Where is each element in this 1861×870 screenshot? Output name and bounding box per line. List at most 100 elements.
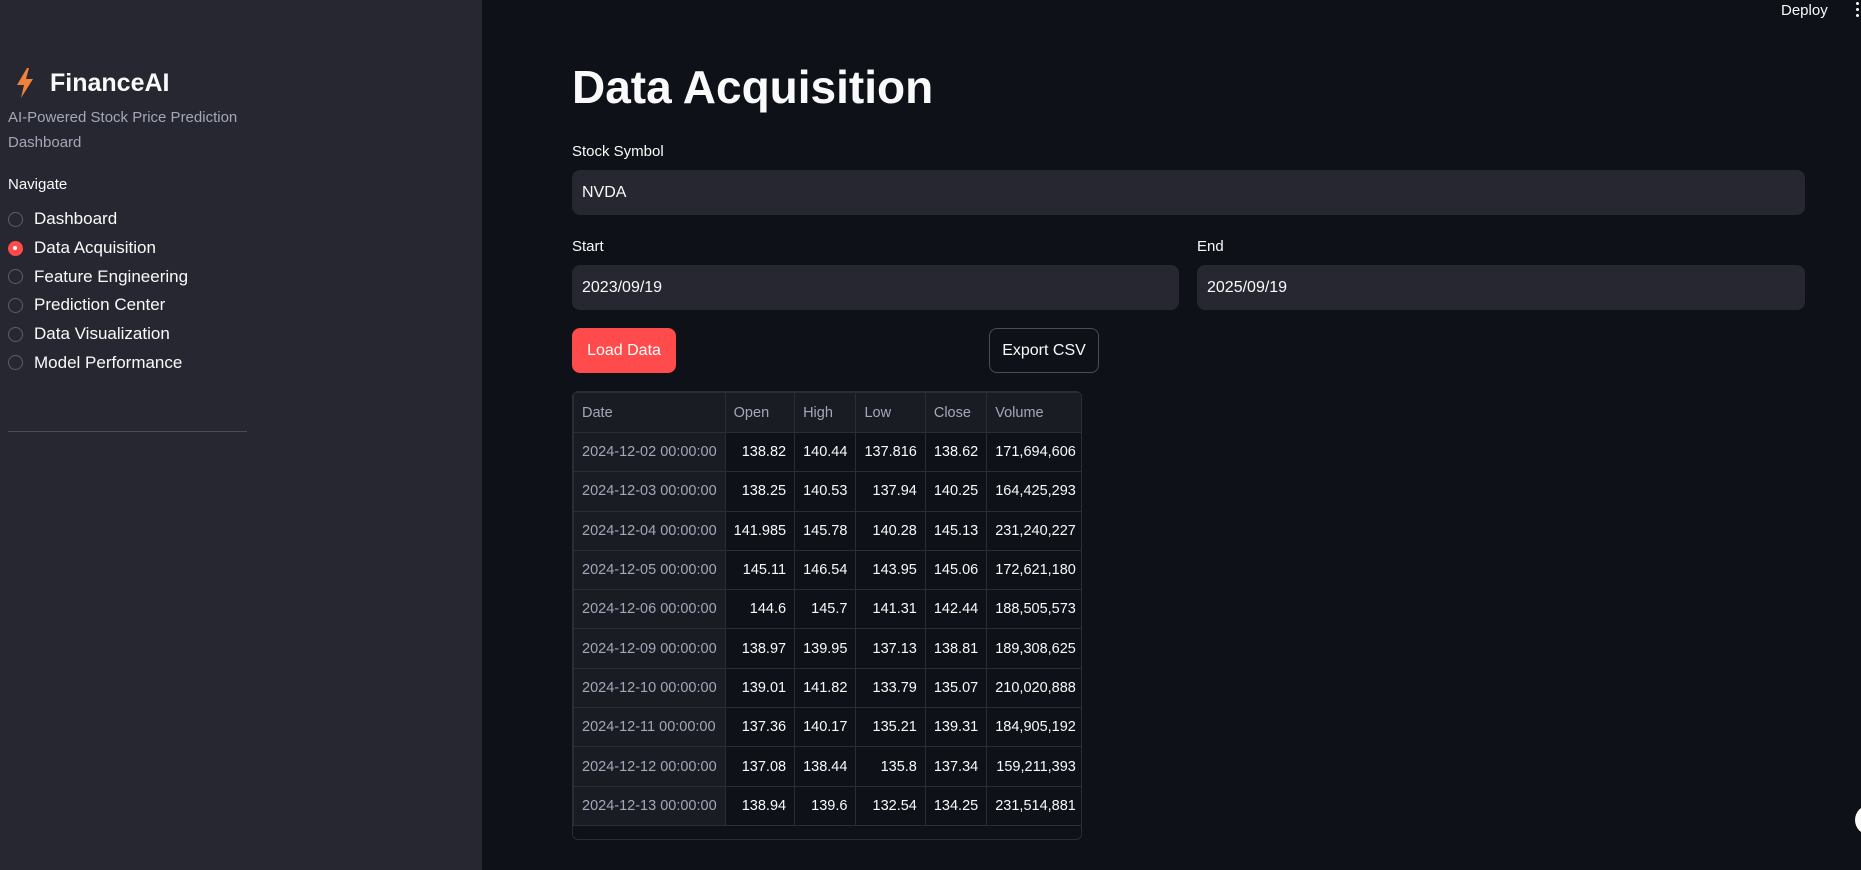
open-cell[interactable]: 138.94 (724, 785, 796, 826)
column-header-low[interactable]: Low (855, 392, 926, 433)
date-cell[interactable]: 2024-12-12 00:00:00 (573, 746, 726, 787)
column-header-high[interactable]: High (794, 392, 857, 433)
radio-button[interactable] (8, 269, 23, 285)
high-cell[interactable]: 146.54 (794, 549, 857, 591)
nav-item-dashboard[interactable]: Dashboard (8, 205, 188, 234)
high-cell[interactable]: 140.53 (794, 471, 857, 512)
table-row[interactable]: 2024-12-02 00:00:00 138.82 140.44 137.816 13… (573, 431, 1081, 473)
table-row[interactable]: 2024-12-13 00:00:00 138.94 139.6 132.54 134.… (573, 785, 1081, 826)
date-cell[interactable]: 2024-12-04 00:00:00 (573, 510, 726, 551)
date-cell[interactable]: 2024-12-02 00:00:00 (573, 431, 726, 473)
end-date-input[interactable] (1197, 265, 1805, 310)
close-cell[interactable]: 138.62 (924, 431, 988, 473)
open-cell[interactable]: 137.08 (724, 746, 796, 787)
stock-symbol-input[interactable] (572, 170, 1805, 215)
high-cell[interactable]: 140.44 (794, 431, 857, 473)
nav-label: Navigate (8, 176, 68, 193)
open-cell[interactable]: 139.01 (724, 667, 796, 709)
nav-item-data-acquisition[interactable]: Data Acquisition (8, 234, 188, 263)
table-row[interactable]: 2024-12-05 00:00:00 145.11 146.54 143.95 145… (573, 549, 1081, 591)
nav-item-feature-engineering[interactable]: Feature Engineering (8, 262, 188, 291)
table-header-row: Date Open High Low Close Volume (573, 392, 1081, 433)
open-cell[interactable]: 144.6 (724, 589, 796, 630)
radio-button[interactable] (8, 297, 23, 313)
date-cell[interactable]: 2024-12-05 00:00:00 (573, 549, 726, 591)
open-cell[interactable]: 138.82 (724, 431, 796, 473)
volume-cell[interactable]: 231,514,881 (986, 785, 1081, 826)
stock-data-table[interactable]: Date Open High Low Close Volume 2024-12-… (572, 391, 1082, 840)
column-header-date[interactable]: Date (573, 392, 726, 433)
volume-cell[interactable]: 172,621,180 (986, 549, 1081, 591)
volume-cell[interactable]: 231,240,227 (986, 510, 1081, 551)
low-cell[interactable]: 132.54 (855, 785, 926, 826)
low-cell[interactable]: 137.816 (855, 431, 926, 473)
deploy-button[interactable]: Deploy (1781, 2, 1828, 19)
low-cell[interactable]: 141.31 (855, 589, 926, 630)
high-cell[interactable]: 138.44 (794, 746, 857, 787)
high-cell[interactable]: 140.17 (794, 707, 857, 748)
radio-button[interactable] (8, 211, 23, 227)
close-cell[interactable]: 145.06 (924, 549, 988, 591)
table-row[interactable]: 2024-12-10 00:00:00 139.01 141.82 133.79 135… (573, 667, 1081, 709)
close-cell[interactable]: 137.34 (924, 746, 988, 787)
high-cell[interactable]: 139.6 (794, 785, 857, 826)
date-cell[interactable]: 2024-12-06 00:00:00 (573, 589, 726, 630)
start-date-input[interactable] (572, 265, 1179, 310)
volume-cell[interactable]: 188,505,573 (986, 589, 1081, 630)
high-cell[interactable]: 139.95 (794, 628, 857, 669)
kebab-menu-icon[interactable] (1855, 2, 1861, 20)
column-header-volume[interactable]: Volume (986, 392, 1081, 433)
radio-button-selected[interactable] (8, 240, 23, 256)
low-cell[interactable]: 140.28 (855, 510, 926, 551)
low-cell[interactable]: 143.95 (855, 549, 926, 591)
close-cell[interactable]: 142.44 (924, 589, 988, 630)
date-cell[interactable]: 2024-12-10 00:00:00 (573, 667, 726, 709)
nav-item-model-performance[interactable]: Model Performance (8, 348, 188, 377)
open-cell[interactable]: 145.11 (724, 549, 796, 591)
load-data-button[interactable]: Load Data (572, 328, 676, 373)
close-cell[interactable]: 140.25 (924, 471, 988, 512)
low-cell[interactable]: 137.94 (855, 471, 926, 512)
open-cell[interactable]: 141.985 (724, 510, 796, 551)
high-cell[interactable]: 141.82 (794, 667, 857, 709)
export-csv-button[interactable]: Export CSV (989, 328, 1099, 373)
help-bubble-icon[interactable] (1855, 805, 1861, 835)
column-header-open[interactable]: Open (724, 392, 796, 433)
high-cell[interactable]: 145.78 (794, 510, 857, 551)
table-row[interactable]: 2024-12-12 00:00:00 137.08 138.44 135.8 137.… (573, 746, 1081, 787)
volume-cell[interactable]: 189,308,625 (986, 628, 1081, 669)
date-cell[interactable]: 2024-12-11 00:00:00 (573, 707, 726, 748)
close-cell[interactable]: 138.81 (924, 628, 988, 669)
close-cell[interactable]: 139.31 (924, 707, 988, 748)
close-cell[interactable]: 145.13 (924, 510, 988, 551)
table-row[interactable]: 2024-12-06 00:00:00 144.6 145.7 141.31 142.4… (573, 589, 1081, 630)
date-cell[interactable]: 2024-12-03 00:00:00 (573, 471, 726, 512)
open-cell[interactable]: 137.36 (724, 707, 796, 748)
volume-cell[interactable]: 159,211,393 (986, 746, 1081, 787)
table-row[interactable]: 2024-12-03 00:00:00 138.25 140.53 137.94 140… (573, 471, 1081, 512)
volume-cell[interactable]: 164,425,293 (986, 471, 1081, 512)
volume-cell[interactable]: 171,694,606 (986, 431, 1081, 473)
table-row[interactable]: 2024-12-09 00:00:00 138.97 139.95 137.13 138… (573, 628, 1081, 669)
table-row[interactable]: 2024-12-04 00:00:00 141.985 145.78 140.28 14… (573, 510, 1081, 551)
nav-item-data-visualization[interactable]: Data Visualization (8, 320, 188, 349)
low-cell[interactable]: 135.8 (855, 746, 926, 787)
open-cell[interactable]: 138.25 (724, 471, 796, 512)
nav-item-prediction-center[interactable]: Prediction Center (8, 291, 188, 320)
close-cell[interactable]: 135.07 (924, 667, 988, 709)
radio-button[interactable] (8, 326, 23, 342)
date-cell[interactable]: 2024-12-09 00:00:00 (573, 628, 726, 669)
date-cell[interactable]: 2024-12-13 00:00:00 (573, 785, 726, 826)
high-cell[interactable]: 145.7 (794, 589, 857, 630)
close-cell[interactable]: 134.25 (924, 785, 988, 826)
low-cell[interactable]: 133.79 (855, 667, 926, 709)
low-cell[interactable]: 135.21 (855, 707, 926, 748)
radio-button[interactable] (8, 355, 23, 371)
volume-cell[interactable]: 184,905,192 (986, 707, 1081, 748)
low-cell[interactable]: 137.13 (855, 628, 926, 669)
table-row[interactable]: 2024-12-11 00:00:00 137.36 140.17 135.21 139… (573, 707, 1081, 748)
nav-item-label: Prediction Center (34, 295, 166, 315)
volume-cell[interactable]: 210,020,888 (986, 667, 1081, 709)
open-cell[interactable]: 138.97 (724, 628, 796, 669)
column-header-close[interactable]: Close (924, 392, 988, 433)
